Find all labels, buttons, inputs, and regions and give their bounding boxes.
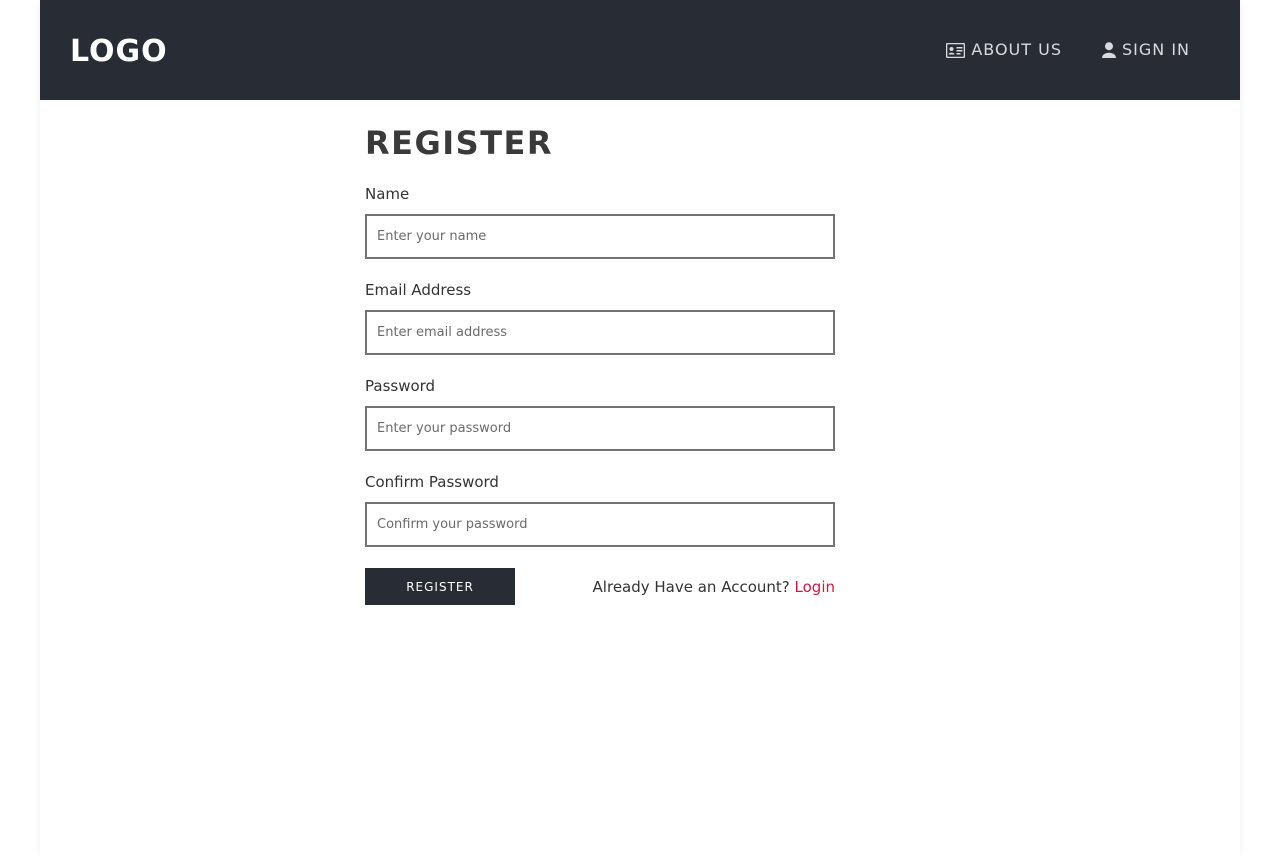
page-title: REGISTER bbox=[365, 124, 554, 162]
user-icon bbox=[1101, 42, 1116, 58]
register-form: REGISTER Name Email Address Password Con… bbox=[365, 122, 835, 605]
name-label: Name bbox=[365, 185, 410, 203]
id-card-icon bbox=[946, 42, 966, 58]
password-label: Password bbox=[365, 377, 436, 395]
email-field-group: Email Address bbox=[365, 280, 835, 355]
nav-sign-in-label: SIGN IN bbox=[1121, 40, 1190, 59]
account-prompt-text: Already Have an Account? bbox=[592, 577, 790, 596]
logo[interactable]: LOGO bbox=[70, 32, 168, 72]
login-link[interactable]: Login bbox=[795, 578, 835, 596]
name-input[interactable] bbox=[365, 214, 835, 259]
navbar: LOGO ABOUT US SIGN IN bbox=[40, 0, 1240, 100]
nav-links: ABOUT US SIGN IN bbox=[946, 38, 1190, 62]
login-prompt: Already Have an Account? Login bbox=[593, 578, 835, 596]
nav-about-us-link[interactable]: ABOUT US bbox=[946, 38, 1062, 62]
name-field-group: Name bbox=[365, 184, 835, 259]
password-field-group: Password bbox=[365, 376, 835, 451]
email-input[interactable] bbox=[365, 310, 835, 355]
email-label: Email Address bbox=[365, 281, 472, 299]
form-actions: REGISTER Already Have an Account? Login bbox=[365, 568, 835, 605]
register-button[interactable]: REGISTER bbox=[365, 568, 515, 605]
confirm-password-field-group: Confirm Password bbox=[365, 472, 835, 547]
confirm-password-input[interactable] bbox=[365, 502, 835, 547]
nav-about-us-label: ABOUT US bbox=[971, 40, 1062, 59]
confirm-password-label: Confirm Password bbox=[365, 473, 499, 491]
nav-sign-in-link[interactable]: SIGN IN bbox=[1101, 38, 1190, 62]
password-input[interactable] bbox=[365, 406, 835, 451]
